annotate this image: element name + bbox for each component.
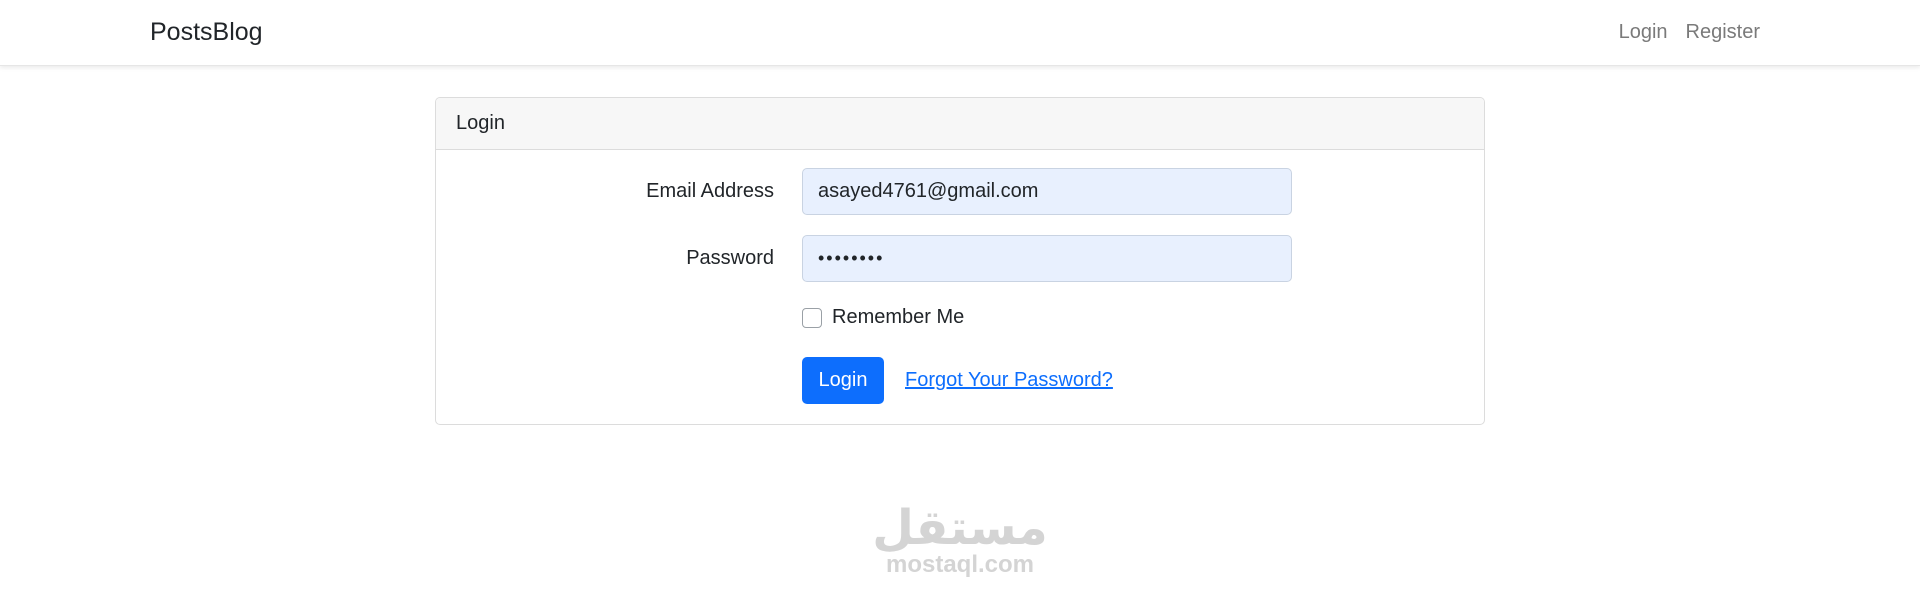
remember-me-label[interactable]: Remember Me bbox=[832, 306, 964, 329]
card-header: Login bbox=[436, 98, 1484, 150]
watermark-latin-text: mostaql.com bbox=[885, 551, 1035, 578]
email-input[interactable]: asayed4761@gmail.com bbox=[802, 168, 1292, 215]
login-card: Login Email Address asayed4761@gmail.com… bbox=[435, 97, 1485, 425]
login-button[interactable]: Login bbox=[802, 357, 884, 404]
nav-links: Login Register bbox=[1619, 21, 1760, 44]
password-row: Password •••••••• bbox=[436, 235, 1484, 282]
password-input[interactable]: •••••••• bbox=[802, 235, 1292, 282]
remember-row: Remember Me bbox=[436, 306, 1484, 334]
actions-row: Login Forgot Your Password? bbox=[436, 357, 1484, 404]
email-label: Email Address bbox=[646, 180, 774, 202]
watermark-arabic-text: مستقل bbox=[872, 502, 1048, 555]
nav-login-link[interactable]: Login bbox=[1619, 21, 1668, 44]
password-label: Password bbox=[686, 247, 774, 269]
remember-me-control[interactable]: Remember Me bbox=[802, 306, 964, 329]
nav-register-link[interactable]: Register bbox=[1686, 21, 1760, 44]
brand-logo-link[interactable]: PostsBlog bbox=[150, 18, 263, 47]
remember-me-checkbox[interactable] bbox=[802, 307, 822, 328]
email-row: Email Address asayed4761@gmail.com bbox=[436, 168, 1484, 215]
top-navbar: PostsBlog Login Register bbox=[0, 0, 1920, 66]
mostaql-watermark: مستقل mostaql.com bbox=[0, 505, 1920, 579]
forgot-password-link[interactable]: Forgot Your Password? bbox=[905, 369, 1113, 392]
